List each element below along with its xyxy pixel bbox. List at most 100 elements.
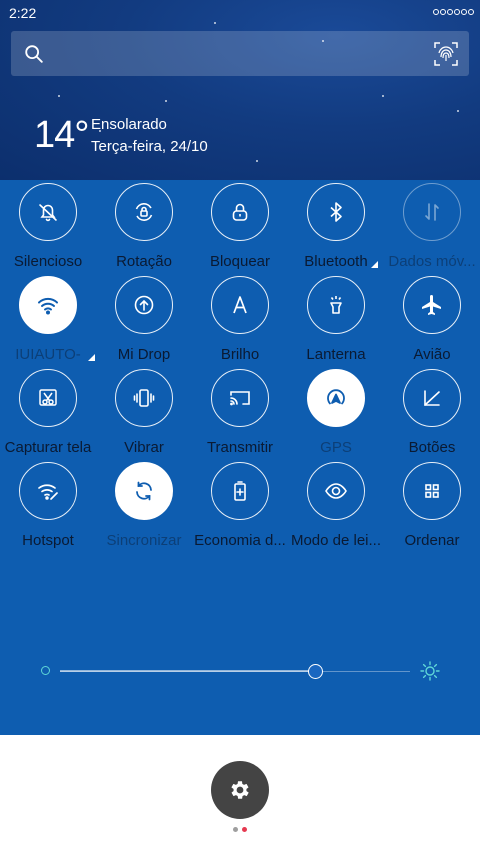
toggle-mobile-data[interactable]: Dados móv... (384, 183, 480, 276)
toggle-mi-drop-button[interactable] (115, 276, 173, 334)
toggle-cast[interactable]: Transmitir (192, 369, 288, 462)
weather-date: Terça-feira, 24/10 (91, 138, 208, 155)
status-time: 2:22 (9, 5, 37, 21)
toggle-brightness-label: Brilho (220, 346, 260, 363)
toggle-battery-saver-button[interactable] (211, 462, 269, 520)
toggle-gps-button[interactable] (307, 369, 365, 427)
reading-mode-icon (325, 483, 347, 499)
toggle-screenshot-label: Capturar tela (4, 439, 92, 456)
toggle-airplane[interactable]: Avião (384, 276, 480, 369)
page-dot (233, 827, 238, 832)
battery-saver-icon (234, 481, 246, 501)
brightness-slider-fill (60, 670, 316, 672)
toggle-vibrate-button[interactable] (115, 369, 173, 427)
brightness-slider-thumb[interactable] (308, 664, 323, 679)
toggle-reorder-label: Ordenar (404, 532, 460, 549)
toggle-airplane-button[interactable] (403, 276, 461, 334)
status-indicator-icons (433, 9, 474, 15)
lock-icon (232, 203, 248, 221)
wifi-menu-indicator[interactable] (88, 354, 95, 361)
brightness-high-icon (420, 661, 440, 681)
weather-temperature[interactable]: 14° (34, 114, 89, 157)
toggle-lock-label: Bloquear (209, 253, 271, 270)
settings-button[interactable] (211, 761, 269, 819)
toggle-wifi-label: IUIAUTO- (15, 346, 81, 363)
toggle-buttons-label: Botões (408, 439, 456, 456)
toggle-silent-button[interactable] (19, 183, 77, 241)
toggle-rotation-label: Rotação (116, 253, 172, 270)
hotspot-icon (38, 484, 58, 500)
toggle-flashlight[interactable]: Lanterna (288, 276, 384, 369)
toggle-wifi-button[interactable] (19, 276, 77, 334)
grid-icon (425, 484, 439, 498)
toggle-airplane-label: Avião (413, 346, 451, 363)
toggle-mi-drop-label: Mi Drop (117, 346, 171, 363)
toggle-cast-button[interactable] (211, 369, 269, 427)
toggle-vibrate[interactable]: Vibrar (96, 369, 192, 462)
toggle-sync-button[interactable] (115, 462, 173, 520)
bluetooth-menu-indicator[interactable] (371, 261, 378, 268)
toggle-reading-mode-label: Modo de lei... (290, 532, 382, 549)
toggle-flashlight-button[interactable] (307, 276, 365, 334)
gps-icon (327, 389, 345, 405)
page-indicator (233, 827, 247, 832)
search-bar[interactable] (11, 31, 469, 76)
airplane-icon (422, 295, 441, 315)
toggle-lock[interactable]: Bloquear (192, 183, 288, 276)
toggle-hotspot-label: Hotspot (22, 532, 74, 549)
toggle-bluetooth-label: Bluetooth (304, 253, 368, 270)
toggle-silent[interactable]: Silencioso (0, 183, 96, 276)
auto-brightness-icon (233, 296, 247, 314)
search-icon (25, 45, 43, 63)
toggle-bluetooth[interactable]: Bluetooth (288, 183, 384, 276)
toggle-reading-mode[interactable]: Modo de lei... (288, 462, 384, 555)
flashlight-icon (330, 296, 342, 314)
toggle-sync-label: Sincronizar (106, 532, 182, 549)
toggle-brightness-button[interactable] (211, 276, 269, 334)
toggle-reading-mode-button[interactable] (307, 462, 365, 520)
toggle-screenshot[interactable]: Capturar tela (0, 369, 96, 462)
toggle-mobile-data-label: Dados móv... (388, 253, 476, 270)
mi-drop-icon (134, 295, 154, 315)
sync-icon (136, 481, 152, 501)
toggle-gps-label: GPS (320, 439, 352, 456)
gear-icon (231, 781, 249, 799)
toggle-buttons-button[interactable] (403, 369, 461, 427)
toggle-gps[interactable]: GPS (288, 369, 384, 462)
toggle-mobile-data-button[interactable] (403, 183, 461, 241)
wifi-icon (38, 297, 58, 315)
brightness-slider[interactable] (60, 664, 410, 679)
weather-condition: Ensolarado (91, 116, 167, 133)
brightness-low-icon (41, 666, 50, 675)
toggle-lock-button[interactable] (211, 183, 269, 241)
screenshot-icon (39, 389, 57, 406)
toggle-cast-label: Transmitir (206, 439, 274, 456)
toggle-mi-drop[interactable]: Mi Drop (96, 276, 192, 369)
toggle-sync[interactable]: Sincronizar (96, 462, 192, 555)
toggle-reorder-button[interactable] (403, 462, 461, 520)
toggle-flashlight-label: Lanterna (306, 346, 366, 363)
toggle-brightness[interactable]: Brilho (192, 276, 288, 369)
vibrate-icon (133, 389, 155, 407)
toggle-screenshot-button[interactable] (19, 369, 77, 427)
buttons-icon (424, 390, 440, 406)
toggle-wifi[interactable]: IUIAUTO- (0, 276, 96, 369)
toggle-hotspot-button[interactable] (19, 462, 77, 520)
rotation-lock-icon (135, 203, 153, 221)
mobile-data-icon (425, 203, 439, 221)
toggle-buttons[interactable]: Botões (384, 369, 480, 462)
bell-off-icon (39, 204, 57, 222)
toggle-battery-saver-label: Economia d... (194, 532, 286, 549)
toggle-battery-saver[interactable]: Economia d... (192, 462, 288, 555)
toggle-bluetooth-button[interactable] (307, 183, 365, 241)
toggle-silent-label: Silencioso (13, 253, 83, 270)
toggle-reorder[interactable]: Ordenar (384, 462, 480, 555)
toggle-vibrate-label: Vibrar (124, 439, 164, 456)
toggle-rotation[interactable]: Rotação (96, 183, 192, 276)
fingerprint-scan-icon[interactable] (433, 41, 459, 67)
toggle-rotation-button[interactable] (115, 183, 173, 241)
bluetooth-icon (330, 202, 342, 222)
page-dot-active (242, 827, 247, 832)
toggle-hotspot[interactable]: Hotspot (0, 462, 96, 555)
cast-icon (230, 391, 250, 406)
